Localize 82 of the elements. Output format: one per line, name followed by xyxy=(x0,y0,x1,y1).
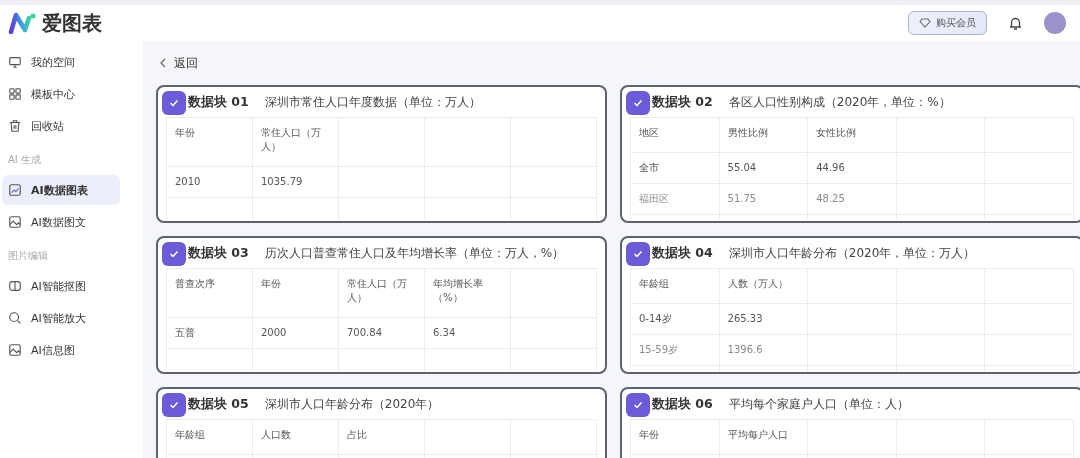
table-header-cell: 年份 xyxy=(166,117,253,167)
table-header-cell: 人口数 xyxy=(252,419,339,455)
checkbox[interactable] xyxy=(626,91,650,115)
grid-icon xyxy=(8,87,22,101)
table-cell: 2010 xyxy=(166,166,253,198)
check-icon xyxy=(633,99,643,107)
table-header-cell: 常住人口（万人） xyxy=(338,268,425,318)
table-cell: 1035.79 xyxy=(252,166,339,198)
sidebar-item[interactable]: 回收站 xyxy=(2,111,120,141)
table-cell: 福田区 xyxy=(630,183,720,215)
table-cell: 51.75 xyxy=(719,183,808,215)
table-cell: 0-14岁 xyxy=(630,303,720,335)
table-cell: 265.33 xyxy=(719,303,808,335)
table-header-cell: 地区 xyxy=(630,117,720,153)
table-header-cell: 常住人口（万人） xyxy=(252,117,339,167)
sidebar-item[interactable]: AI数据图表 xyxy=(2,175,120,205)
block-title: 深圳市常住人口年度数据（单位：万人） xyxy=(264,93,481,111)
section-title: 图片编辑 xyxy=(7,249,49,263)
logo-text: 爱图表 xyxy=(42,9,102,37)
table-header-cell: 普查次序 xyxy=(166,268,253,318)
block-label: 数据块 01 xyxy=(188,93,249,111)
check-icon xyxy=(633,401,643,409)
check-icon xyxy=(169,250,179,258)
checkbox[interactable] xyxy=(162,242,186,266)
block-label: 数据块 04 xyxy=(652,244,713,262)
table-header-cell: 平均每户人口 xyxy=(719,419,808,455)
check-icon xyxy=(169,99,179,107)
checkbox[interactable] xyxy=(162,91,186,115)
table-header-cell: 年龄组 xyxy=(166,419,253,455)
table-cell: 全市 xyxy=(630,152,720,184)
block-label: 数据块 02 xyxy=(652,93,713,111)
image-icon xyxy=(8,215,22,229)
table-cell: 48.25 xyxy=(807,183,897,215)
sidebar-item[interactable]: AI信息图 xyxy=(2,335,120,365)
avatar[interactable] xyxy=(1044,12,1066,34)
block-label: 数据块 05 xyxy=(188,395,249,413)
table-cell: 700.84 xyxy=(338,317,425,349)
table-cell: 2000 xyxy=(252,317,339,349)
block-title: 历次人口普查常住人口及年均增长率（单位：万人，%） xyxy=(264,244,565,262)
table-cell: 15-59岁 xyxy=(630,334,720,366)
table-header-cell: 年份 xyxy=(630,419,720,455)
table-header-cell: 年均增长率（%） xyxy=(424,268,511,318)
search-icon xyxy=(8,311,22,325)
trash-icon xyxy=(8,119,22,133)
table-header-cell: 男性比例 xyxy=(719,117,808,153)
chart-icon xyxy=(8,183,22,197)
table-cell: 55.04 xyxy=(719,152,808,184)
block-label: 数据块 06 xyxy=(652,395,713,413)
block-title: 各区人口性别构成（2020年，单位：%） xyxy=(728,93,951,111)
split-square-icon xyxy=(8,279,22,293)
sidebar-item[interactable]: AI智能抠图 xyxy=(2,271,120,301)
table-header-cell: 年龄组 xyxy=(630,268,720,304)
back-button[interactable]: 返回 xyxy=(156,41,204,85)
table-header-cell: 年份 xyxy=(252,268,339,318)
diamond-icon xyxy=(919,18,931,28)
section-title: AI 生成 xyxy=(7,153,42,167)
table-cell: 6.34 xyxy=(424,317,511,349)
table-cell: 五普 xyxy=(166,317,253,349)
monitor-icon xyxy=(8,55,22,69)
buy-membership-button[interactable]: 购买会员 xyxy=(908,11,987,35)
checkbox[interactable] xyxy=(162,393,186,417)
block-title: 深圳市人口年龄分布（2020年） xyxy=(264,395,440,413)
image-icon xyxy=(8,343,22,357)
block-title: 深圳市人口年龄分布（2020年，单位：万人） xyxy=(728,244,976,262)
block-label: 数据块 03 xyxy=(188,244,249,262)
bell-icon[interactable] xyxy=(1009,15,1022,31)
check-icon xyxy=(169,401,179,409)
table-cell: 44.96 xyxy=(807,152,897,184)
sidebar-item[interactable]: 模板中心 xyxy=(2,79,120,109)
sidebar-item[interactable]: 我的空间 xyxy=(2,47,120,77)
table-cell: 1396.6 xyxy=(719,334,808,366)
logo-icon xyxy=(8,12,38,34)
chevron-left-icon xyxy=(160,58,166,68)
table-header-cell: 占比 xyxy=(338,419,425,455)
table-header-cell: 人数（万人） xyxy=(719,268,808,304)
sidebar-item[interactable]: AI数据图文 xyxy=(2,207,120,237)
check-icon xyxy=(633,250,643,258)
table-header-cell: 女性比例 xyxy=(807,117,897,153)
checkbox[interactable] xyxy=(626,393,650,417)
sidebar-item[interactable]: AI智能放大 xyxy=(2,303,120,333)
block-title: 平均每个家庭户人口（单位：人） xyxy=(728,395,909,413)
checkbox[interactable] xyxy=(626,242,650,266)
